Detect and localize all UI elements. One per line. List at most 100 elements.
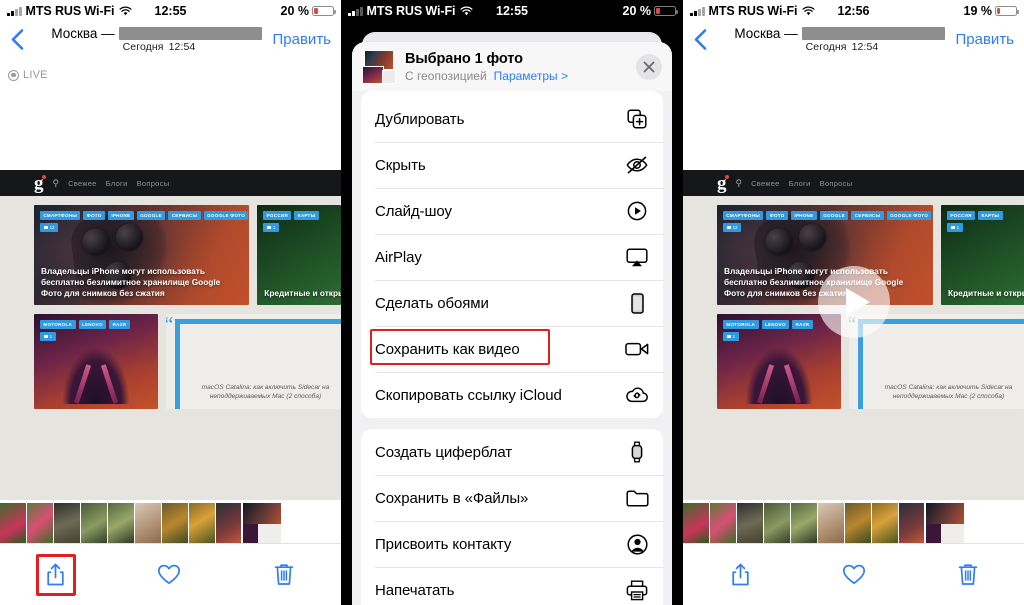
- comment-count-badge: 12: [40, 223, 59, 232]
- back-button[interactable]: [683, 22, 717, 57]
- redacted-location-bar: [118, 27, 262, 40]
- menu-item-airplay[interactable]: AirPlay: [361, 234, 663, 280]
- contact-person-icon: [625, 532, 649, 556]
- filmstrip-thumb[interactable]: [845, 503, 871, 543]
- favorite-button[interactable]: [147, 554, 191, 596]
- status-right-group: 20 %: [281, 4, 336, 18]
- battery-icon: [312, 6, 336, 16]
- menu-item-label: Скопировать ссылку iCloud: [375, 386, 562, 404]
- filmstrip-thumb[interactable]: [899, 503, 925, 543]
- filmstrip-thumb[interactable]: [791, 503, 817, 543]
- article-tag: ФОТО: [83, 211, 105, 221]
- favorite-button[interactable]: [832, 554, 876, 596]
- comment-count-badge: 1: [947, 223, 963, 232]
- filmstrip-thumb-selected[interactable]: [924, 501, 966, 545]
- menu-item-create-watch-face[interactable]: Создать циферблат: [361, 429, 663, 475]
- delete-button[interactable]: [946, 554, 990, 596]
- filmstrip-thumb[interactable]: [108, 503, 134, 543]
- cellular-signal-icon: [690, 6, 705, 16]
- article-tag: LENOVO: [761, 320, 790, 330]
- share-sheet-text: Выбрано 1 фото С геопозицией Параметры >: [405, 51, 627, 83]
- filmstrip-thumb[interactable]: [189, 503, 215, 543]
- filmstrip-thumb[interactable]: [216, 503, 242, 543]
- share-sheet-subtitle-row: С геопозицией Параметры >: [405, 69, 627, 83]
- article-tag-list: MOTOROLA LENOVO RAZR: [40, 320, 130, 330]
- filmstrip-thumb[interactable]: [737, 503, 763, 543]
- menu-item-assign-to-contact[interactable]: Присвоить контакту: [361, 521, 663, 567]
- live-photo-icon: [8, 69, 19, 81]
- slideshow-play-icon: [625, 199, 649, 223]
- live-photo-label: LIVE: [23, 69, 48, 81]
- menu-item-label: Сохранить в «Файлы»: [375, 489, 529, 507]
- photo-filmstrip[interactable]: [683, 501, 1024, 545]
- wifi-icon: [802, 6, 815, 16]
- article-tag: IPHONE: [107, 211, 134, 221]
- filmstrip-thumb[interactable]: [764, 503, 790, 543]
- article-tag: СМАРТФОНЫ: [40, 211, 81, 221]
- website-navbar: g ⚲ Свежее Блоги Вопросы: [683, 170, 1024, 196]
- article-tag: ФОТО: [766, 211, 788, 221]
- status-bar-right: MTS RUS Wi-Fi 12:56 19 %: [683, 0, 1024, 22]
- menu-item-set-wallpaper[interactable]: Сделать обоями: [361, 280, 663, 326]
- filmstrip-thumb[interactable]: [27, 503, 53, 543]
- share-options-group-1: Дублировать Скрыть Слайд-шоу AirPlay Сде…: [361, 96, 663, 418]
- quote-text: macOS Catalina: как включить Sidecar на …: [201, 383, 330, 401]
- menu-item-duplicate[interactable]: Дублировать: [361, 96, 663, 142]
- share-button[interactable]: [718, 554, 762, 596]
- filmstrip-thumb[interactable]: [81, 503, 107, 543]
- folder-icon: [625, 486, 649, 510]
- selected-thumb-content: [926, 503, 964, 543]
- filmstrip-thumb[interactable]: [872, 503, 898, 543]
- menu-item-slideshow[interactable]: Слайд-шоу: [361, 188, 663, 234]
- screenshot-triptych: MTS RUS Wi-Fi 12:55 20 % Москва — Сегодн…: [0, 0, 1024, 605]
- quote-top-bar: [863, 319, 1024, 324]
- menu-item-label: Сохранить как видео: [375, 340, 520, 358]
- menu-item-hide[interactable]: Скрыть: [361, 142, 663, 188]
- delete-button[interactable]: [262, 554, 306, 596]
- video-player-frame[interactable]: g ⚲ Свежее Блоги Вопросы СМАРТФОНЫ ФОТО …: [683, 170, 1024, 500]
- share-sheet-options-list[interactable]: Дублировать Скрыть Слайд-шоу AirPlay Сде…: [352, 91, 672, 605]
- comment-count-badge: 1: [40, 332, 56, 341]
- menu-item-save-as-video[interactable]: Сохранить как видео: [361, 326, 663, 372]
- close-icon[interactable]: [636, 53, 662, 80]
- share-options-group-2: Создать циферблат Сохранить в «Файлы» Пр…: [361, 429, 663, 605]
- battery-percent-label: 19 %: [963, 4, 993, 18]
- filmstrip-thumb[interactable]: [710, 503, 736, 543]
- bottom-toolbar-right: [683, 543, 1024, 605]
- back-button[interactable]: [0, 22, 34, 57]
- options-link[interactable]: Параметры >: [494, 69, 568, 83]
- menu-item-label: AirPlay: [375, 248, 422, 266]
- menu-item-copy-icloud-link[interactable]: Скопировать ссылку iCloud: [361, 372, 663, 418]
- play-button-overlay[interactable]: [818, 266, 890, 338]
- menu-item-label: Создать циферблат: [375, 443, 513, 461]
- wifi-icon: [460, 6, 473, 16]
- carrier-label: MTS RUS Wi-Fi: [366, 4, 456, 18]
- quote-left-bar: [175, 319, 180, 409]
- search-icon: ⚲: [735, 177, 743, 188]
- article-card-secondary: РОССИЯ КАРТЫ 1 Кредитные и открытый до: [257, 205, 341, 305]
- filmstrip-thumb-selected[interactable]: [241, 501, 283, 545]
- menu-item-print[interactable]: Напечатать: [361, 567, 663, 605]
- photo-viewer-image[interactable]: g ⚲ Свежее Блоги Вопросы СМАРТФОНЫ ФОТО …: [0, 170, 341, 500]
- filmstrip-thumb[interactable]: [818, 503, 844, 543]
- printer-icon: [625, 578, 649, 602]
- search-icon: ⚲: [52, 177, 60, 188]
- filmstrip-thumb[interactable]: [0, 503, 26, 543]
- article-card-tertiary: MOTOROLA LENOVO RAZR 1: [34, 314, 158, 409]
- website-body: СМАРТФОНЫ ФОТО IPHONE GOOGLE СЕРВИСЫ GOO…: [0, 196, 341, 500]
- motorola-phone-graphic: [63, 348, 129, 404]
- filmstrip-thumb[interactable]: [54, 503, 80, 543]
- edit-button[interactable]: Править: [273, 31, 342, 48]
- edit-button[interactable]: Править: [956, 31, 1024, 48]
- live-photo-badge[interactable]: LIVE: [0, 57, 341, 81]
- article-headline: Кредитные и открытый до: [948, 288, 1024, 299]
- share-button[interactable]: [35, 553, 76, 596]
- article-tag: GOOGLE: [819, 211, 849, 221]
- photo-filmstrip[interactable]: [0, 501, 341, 545]
- filmstrip-thumb[interactable]: [683, 503, 709, 543]
- article-tag-list: РОССИЯ КАРТЫ: [263, 211, 319, 221]
- filmstrip-thumb[interactable]: [162, 503, 188, 543]
- menu-item-save-to-files[interactable]: Сохранить в «Файлы»: [361, 475, 663, 521]
- cellular-signal-icon: [348, 6, 363, 16]
- filmstrip-thumb[interactable]: [135, 503, 161, 543]
